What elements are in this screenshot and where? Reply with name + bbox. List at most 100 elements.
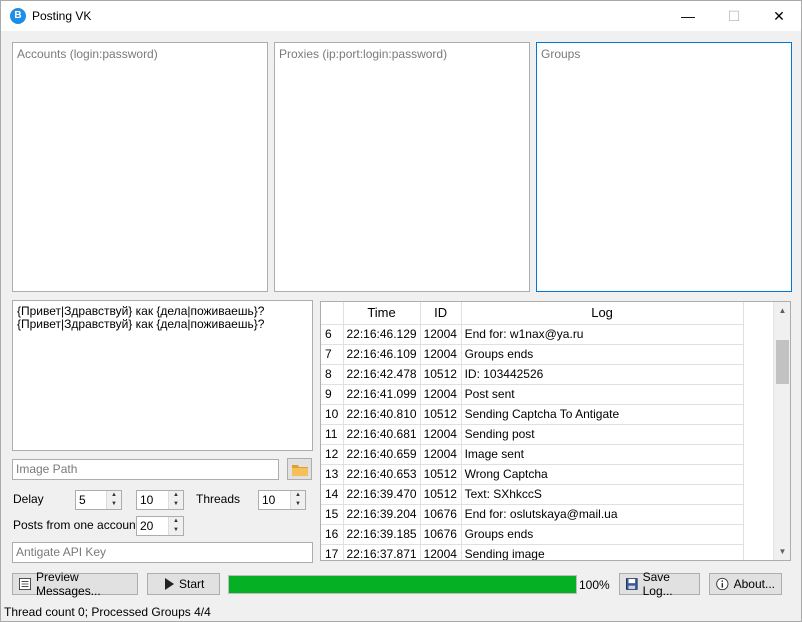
up-arrow-icon[interactable]: ▲ xyxy=(107,491,121,500)
start-button[interactable]: Start xyxy=(147,573,220,595)
row-message: Wrong Captcha xyxy=(461,464,744,485)
spin-arrows[interactable]: ▲ ▼ xyxy=(290,491,305,509)
time-column-header[interactable]: Time xyxy=(343,302,421,325)
row-id: 12004 xyxy=(420,444,462,465)
groups-textarea[interactable]: Groups xyxy=(536,42,792,292)
log-header-row: Time ID Log xyxy=(321,302,744,325)
posts-spinbox[interactable]: 20 ▲ ▼ xyxy=(136,516,184,536)
up-arrow-icon[interactable]: ▲ xyxy=(169,517,183,526)
title-bar: B Posting VK — ☐ ✕ xyxy=(1,1,801,31)
log-row[interactable]: 9 22:16:41.099 12004 Post sent xyxy=(321,384,744,405)
row-message: End for: oslutskaya@mail.ua xyxy=(461,504,744,525)
row-id: 10676 xyxy=(420,504,462,525)
log-column-header[interactable]: Log xyxy=(461,302,744,325)
log-row[interactable]: 8 22:16:42.478 10512 ID: 103442526 xyxy=(321,364,744,385)
row-number: 7 xyxy=(321,344,344,365)
row-number: 12 xyxy=(321,444,344,465)
log-row[interactable]: 16 22:16:39.185 10676 Groups ends xyxy=(321,524,744,545)
scroll-thumb[interactable] xyxy=(776,340,789,384)
image-path-input[interactable]: Image Path xyxy=(12,459,279,480)
start-label: Start xyxy=(179,577,205,591)
row-number: 17 xyxy=(321,544,344,560)
proxies-textarea[interactable]: Proxies (ip:port:login:password) xyxy=(274,42,530,292)
log-row[interactable]: 13 22:16:40.653 10512 Wrong Captcha xyxy=(321,464,744,485)
save-icon xyxy=(626,578,638,590)
row-message: Image sent xyxy=(461,444,744,465)
log-row[interactable]: 7 22:16:46.109 12004 Groups ends xyxy=(321,344,744,365)
row-time: 22:16:39.204 xyxy=(343,504,421,525)
groups-placeholder: Groups xyxy=(541,47,581,61)
row-time: 22:16:46.109 xyxy=(343,344,421,365)
row-message: Sending image xyxy=(461,544,744,560)
threads-spinbox[interactable]: 10 ▲ ▼ xyxy=(258,490,306,510)
status-bar-text: Thread count 0; Processed Groups 4/4 xyxy=(4,605,211,619)
row-time: 22:16:39.185 xyxy=(343,524,421,545)
antigate-key-input[interactable]: Antigate API Key xyxy=(12,542,313,563)
row-id: 10512 xyxy=(420,464,462,485)
messages-textarea[interactable]: {Привет|Здравствуй} как {дела|поживаешь}… xyxy=(12,300,313,451)
log-row[interactable]: 6 22:16:46.129 12004 End for: w1nax@ya.ru xyxy=(321,324,744,345)
up-arrow-icon[interactable]: ▲ xyxy=(291,491,305,500)
delay-max-value: 10 xyxy=(140,493,154,507)
row-id: 12004 xyxy=(420,424,462,445)
row-number: 13 xyxy=(321,464,344,485)
browse-image-button[interactable] xyxy=(287,458,312,480)
row-time: 22:16:41.099 xyxy=(343,384,421,405)
row-time: 22:16:46.129 xyxy=(343,324,421,345)
log-grid: Time ID Log 6 22:16:46.129 12004 End for: w… xyxy=(321,302,744,560)
row-number: 10 xyxy=(321,404,344,425)
scroll-up-icon[interactable]: ▲ xyxy=(774,302,790,319)
delay-max-spinbox[interactable]: 10 ▲ ▼ xyxy=(136,490,184,510)
row-id: 10676 xyxy=(420,524,462,545)
spin-arrows[interactable]: ▲ ▼ xyxy=(168,517,183,535)
scroll-down-icon[interactable]: ▼ xyxy=(774,543,790,560)
row-number: 16 xyxy=(321,524,344,545)
log-row[interactable]: 14 22:16:39.470 10512 Text: SXhkccS xyxy=(321,484,744,505)
preview-messages-button[interactable]: Preview Messages... xyxy=(12,570,138,598)
log-scrollbar[interactable]: ▲ ▼ xyxy=(773,302,790,560)
log-row[interactable]: 10 22:16:40.810 10512 Sending Captcha To An… xyxy=(321,404,744,425)
row-message: Groups ends xyxy=(461,524,744,545)
row-time: 22:16:40.810 xyxy=(343,404,421,425)
threads-value: 10 xyxy=(262,493,276,507)
preview-messages-label: Preview Messages... xyxy=(36,570,101,598)
up-arrow-icon[interactable]: ▲ xyxy=(169,491,183,500)
down-arrow-icon[interactable]: ▼ xyxy=(291,500,305,509)
row-time: 22:16:42.478 xyxy=(343,364,421,385)
about-button[interactable]: About... xyxy=(709,573,782,595)
app-icon: B xyxy=(10,8,26,24)
threads-label: Threads xyxy=(196,492,241,506)
row-time: 22:16:40.681 xyxy=(343,424,421,445)
row-time: 22:16:40.653 xyxy=(343,464,421,485)
save-log-button[interactable]: Save Log... xyxy=(619,570,700,598)
log-row[interactable]: 17 22:16:37.871 12004 Sending image xyxy=(321,544,744,560)
messages-text: {Привет|Здравствуй} как {дела|поживаешь}… xyxy=(17,304,265,331)
row-message: Sending Captcha To Antigate xyxy=(461,404,744,425)
folder-icon xyxy=(291,464,308,476)
close-button[interactable]: ✕ xyxy=(756,1,802,31)
spin-arrows[interactable]: ▲ ▼ xyxy=(168,491,183,509)
row-message: Text: SXhkccS xyxy=(461,484,744,505)
row-message: Post sent xyxy=(461,384,744,405)
accounts-textarea[interactable]: Accounts (login:password) xyxy=(12,42,268,292)
row-number: 15 xyxy=(321,504,344,525)
row-time: 22:16:40.659 xyxy=(343,444,421,465)
log-table[interactable]: Time ID Log 6 22:16:46.129 12004 End for: w… xyxy=(320,301,791,561)
row-message: End for: w1nax@ya.ru xyxy=(461,324,744,345)
spin-arrows[interactable]: ▲ ▼ xyxy=(106,491,121,509)
log-row[interactable]: 15 22:16:39.204 10676 End for: oslutskaya@m… xyxy=(321,504,744,525)
delay-min-spinbox[interactable]: 5 ▲ ▼ xyxy=(75,490,122,510)
down-arrow-icon[interactable]: ▼ xyxy=(107,500,121,509)
log-row[interactable]: 12 22:16:40.659 12004 Image sent xyxy=(321,444,744,465)
row-id: 12004 xyxy=(420,384,462,405)
list-icon xyxy=(19,577,32,591)
row-number: 9 xyxy=(321,384,344,405)
log-row[interactable]: 11 22:16:40.681 12004 Sending post xyxy=(321,424,744,445)
down-arrow-icon[interactable]: ▼ xyxy=(169,500,183,509)
minimize-button[interactable]: — xyxy=(665,1,711,31)
down-arrow-icon[interactable]: ▼ xyxy=(169,526,183,535)
row-id: 10512 xyxy=(420,404,462,425)
row-id: 12004 xyxy=(420,544,462,560)
id-column-header[interactable]: ID xyxy=(420,302,462,325)
maximize-button[interactable]: ☐ xyxy=(711,1,757,31)
